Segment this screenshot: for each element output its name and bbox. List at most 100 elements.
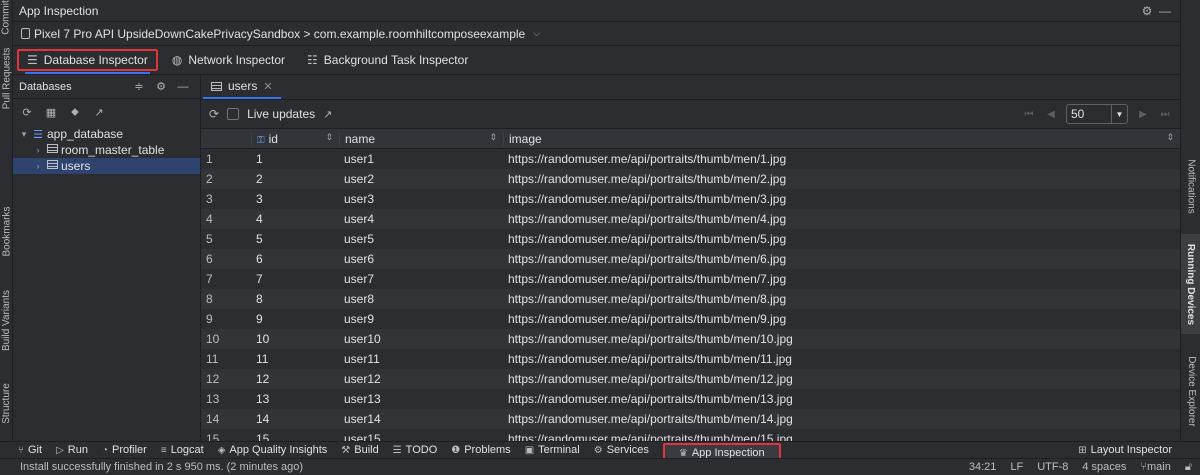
id-cell[interactable]: 13 bbox=[251, 392, 339, 406]
image-cell[interactable]: https://randomuser.me/api/portraits/thum… bbox=[503, 252, 1180, 266]
table-row[interactable]: 7 7 user7 https://randomuser.me/api/portrai… bbox=[201, 269, 1180, 289]
notifications-tool-button[interactable]: Notifications bbox=[1181, 146, 1200, 226]
sort-icon[interactable]: ⇕ bbox=[489, 132, 497, 143]
name-cell[interactable]: user8 bbox=[339, 292, 503, 306]
first-page-icon[interactable]: ⏮ bbox=[1022, 109, 1036, 120]
name-cell[interactable]: user9 bbox=[339, 312, 503, 326]
query-icon[interactable]: ▦ bbox=[43, 105, 59, 121]
image-cell[interactable]: https://randomuser.me/api/portraits/thum… bbox=[503, 432, 1180, 441]
collapse-icon[interactable]: ≑ bbox=[128, 80, 150, 93]
keep-connection-icon[interactable]: ⬥ bbox=[67, 105, 83, 121]
row-number-cell[interactable]: 11 bbox=[201, 352, 251, 366]
id-cell[interactable]: 1 bbox=[251, 152, 339, 166]
table-row[interactable]: 11 11 user11 https://randomuser.me/api/port… bbox=[201, 349, 1180, 369]
lock-icon[interactable]: 🔓︎ bbox=[1185, 461, 1192, 474]
column-header-id[interactable]: ⚿ id ⇕ bbox=[251, 131, 339, 146]
status-message[interactable]: Install successfully finished in 2 s 950… bbox=[20, 461, 955, 473]
id-cell[interactable]: 12 bbox=[251, 372, 339, 386]
id-cell[interactable]: 4 bbox=[251, 212, 339, 226]
indent-setting[interactable]: 4 spaces bbox=[1082, 461, 1126, 473]
chevron-right-icon[interactable]: › bbox=[31, 145, 45, 155]
row-number-cell[interactable]: 6 bbox=[201, 252, 251, 266]
device-selector[interactable]: Pixel 7 Pro API UpsideDownCakePrivacySan… bbox=[13, 22, 1180, 46]
image-cell[interactable]: https://randomuser.me/api/portraits/thum… bbox=[503, 352, 1180, 366]
id-cell[interactable]: 15 bbox=[251, 432, 339, 441]
row-number-cell[interactable]: 9 bbox=[201, 312, 251, 326]
name-cell[interactable]: user11 bbox=[339, 352, 503, 366]
image-cell[interactable]: https://randomuser.me/api/portraits/thum… bbox=[503, 392, 1180, 406]
git-branch[interactable]: ⑂main bbox=[1140, 461, 1170, 473]
table-row[interactable]: 10 10 user10 https://randomuser.me/api/port… bbox=[201, 329, 1180, 349]
pull-requests-tool-button[interactable]: Pull Requests bbox=[0, 38, 13, 118]
todo-tool-button[interactable]: ☰ TODO bbox=[393, 442, 438, 459]
running-devices-tool-button[interactable]: Running Devices bbox=[1181, 234, 1200, 334]
chevron-down-icon[interactable]: ▾ bbox=[17, 129, 31, 140]
row-number-cell[interactable]: 2 bbox=[201, 172, 251, 186]
page-size-select[interactable]: 50 ▼ bbox=[1066, 104, 1128, 124]
table-row[interactable]: 6 6 user6 https://randomuser.me/api/portrai… bbox=[201, 249, 1180, 269]
row-number-cell[interactable]: 12 bbox=[201, 372, 251, 386]
row-number-cell[interactable]: 1 bbox=[201, 152, 251, 166]
name-cell[interactable]: user6 bbox=[339, 252, 503, 266]
tab-database-inspector[interactable]: ☰ Database Inspector bbox=[17, 49, 158, 74]
chevron-right-icon[interactable]: › bbox=[31, 161, 45, 171]
id-cell[interactable]: 7 bbox=[251, 272, 339, 286]
tab-network-inspector[interactable]: ◍ Network Inspector bbox=[164, 49, 293, 71]
name-cell[interactable]: user14 bbox=[339, 412, 503, 426]
table-row[interactable]: 12 12 user12 https://randomuser.me/api/port… bbox=[201, 369, 1180, 389]
table-row[interactable]: 1 1 user1 https://randomuser.me/api/portrai… bbox=[201, 149, 1180, 169]
layout-inspector-tool-button[interactable]: ⊞ Layout Inspector bbox=[1078, 442, 1172, 459]
tab-users[interactable]: users ✕ bbox=[203, 75, 281, 99]
refresh-icon[interactable]: ⟳ bbox=[209, 107, 219, 121]
commit-tool-button[interactable]: Commit bbox=[0, 0, 13, 34]
image-cell[interactable]: https://randomuser.me/api/portraits/thum… bbox=[503, 232, 1180, 246]
table-row[interactable]: 2 2 user2 https://randomuser.me/api/portrai… bbox=[201, 169, 1180, 189]
column-header-name[interactable]: name ⇕ bbox=[339, 131, 503, 146]
line-separator[interactable]: LF bbox=[1010, 461, 1023, 473]
image-cell[interactable]: https://randomuser.me/api/portraits/thum… bbox=[503, 172, 1180, 186]
name-cell[interactable]: user1 bbox=[339, 152, 503, 166]
row-number-cell[interactable]: 13 bbox=[201, 392, 251, 406]
problems-tool-button[interactable]: ❶ Problems bbox=[451, 442, 510, 459]
name-cell[interactable]: user5 bbox=[339, 232, 503, 246]
id-cell[interactable]: 6 bbox=[251, 252, 339, 266]
image-cell[interactable]: https://randomuser.me/api/portraits/thum… bbox=[503, 152, 1180, 166]
image-cell[interactable]: https://randomuser.me/api/portraits/thum… bbox=[503, 192, 1180, 206]
table-row[interactable]: 15 15 user15 https://randomuser.me/api/port… bbox=[201, 429, 1180, 441]
table-row[interactable]: 14 14 user14 https://randomuser.me/api/port… bbox=[201, 409, 1180, 429]
name-cell[interactable]: user4 bbox=[339, 212, 503, 226]
id-cell[interactable]: 2 bbox=[251, 172, 339, 186]
refresh-icon[interactable]: ⟳ bbox=[19, 105, 35, 121]
git-tool-button[interactable]: ⑂ Git bbox=[18, 442, 42, 459]
structure-tool-button[interactable]: Structure bbox=[0, 370, 13, 436]
name-cell[interactable]: user13 bbox=[339, 392, 503, 406]
image-cell[interactable]: https://randomuser.me/api/portraits/thum… bbox=[503, 212, 1180, 226]
file-encoding[interactable]: UTF-8 bbox=[1037, 461, 1068, 473]
tree-table-users[interactable]: › users bbox=[13, 158, 200, 174]
tree-database-app-database[interactable]: ▾ ☰ app_database bbox=[13, 126, 200, 142]
name-cell[interactable]: user2 bbox=[339, 172, 503, 186]
build-variants-tool-button[interactable]: Build Variants bbox=[0, 278, 13, 362]
name-cell[interactable]: user7 bbox=[339, 272, 503, 286]
minimize-icon[interactable]: — bbox=[172, 81, 194, 93]
image-cell[interactable]: https://randomuser.me/api/portraits/thum… bbox=[503, 332, 1180, 346]
column-header-image[interactable]: image ⇕ bbox=[503, 131, 1180, 146]
id-cell[interactable]: 5 bbox=[251, 232, 339, 246]
tab-background-task-inspector[interactable]: ☷ Background Task Inspector bbox=[299, 49, 476, 71]
table-row[interactable]: 13 13 user13 https://randomuser.me/api/port… bbox=[201, 389, 1180, 409]
image-cell[interactable]: https://randomuser.me/api/portraits/thum… bbox=[503, 312, 1180, 326]
row-number-cell[interactable]: 15 bbox=[201, 432, 251, 441]
last-page-icon[interactable]: ⏭ bbox=[1158, 109, 1172, 120]
name-cell[interactable]: user10 bbox=[339, 332, 503, 346]
close-icon[interactable]: ✕ bbox=[263, 80, 272, 93]
row-number-cell[interactable]: 8 bbox=[201, 292, 251, 306]
row-number-cell[interactable]: 14 bbox=[201, 412, 251, 426]
id-cell[interactable]: 3 bbox=[251, 192, 339, 206]
id-cell[interactable]: 11 bbox=[251, 352, 339, 366]
id-cell[interactable]: 9 bbox=[251, 312, 339, 326]
table-row[interactable]: 5 5 user5 https://randomuser.me/api/portrai… bbox=[201, 229, 1180, 249]
image-cell[interactable]: https://randomuser.me/api/portraits/thum… bbox=[503, 372, 1180, 386]
services-tool-button[interactable]: ⚙ Services bbox=[594, 442, 649, 459]
device-explorer-tool-button[interactable]: Device Explorer bbox=[1181, 344, 1200, 438]
name-cell[interactable]: user3 bbox=[339, 192, 503, 206]
